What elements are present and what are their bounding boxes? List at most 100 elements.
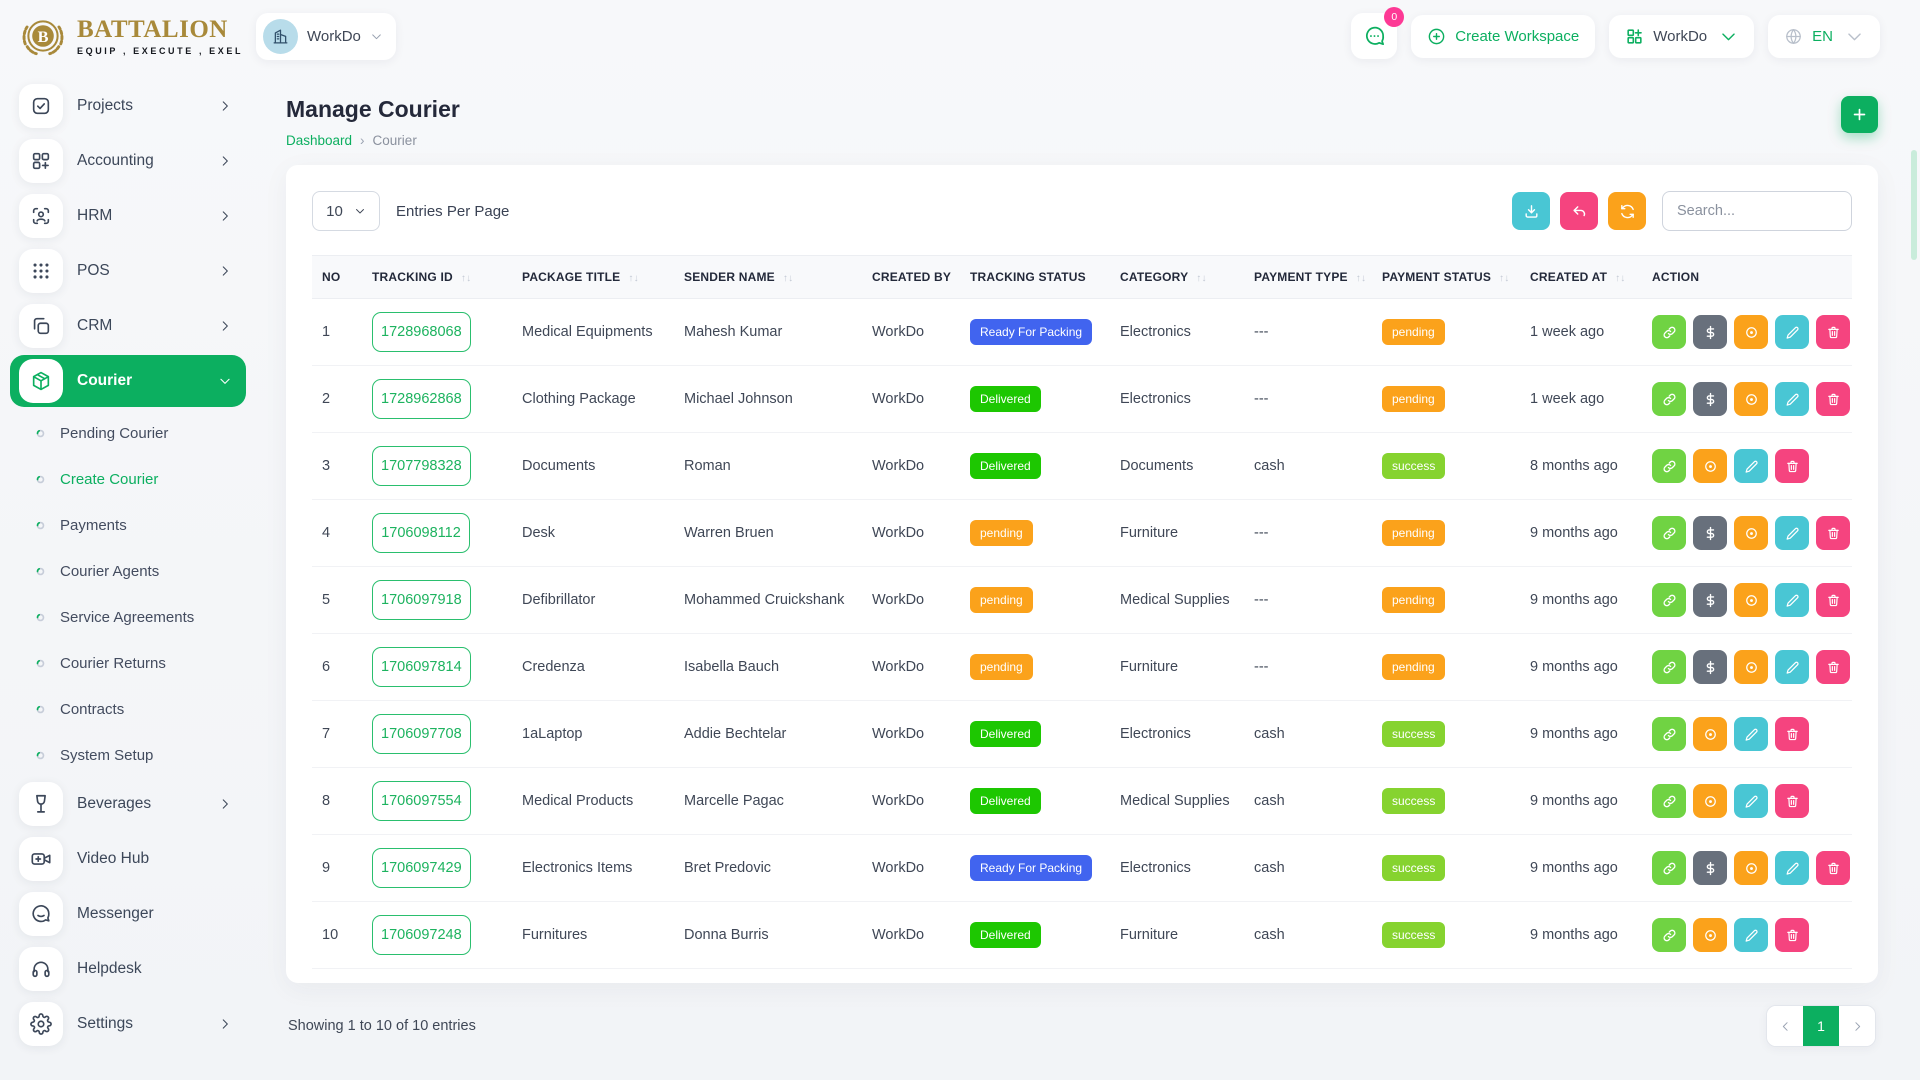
- sidebar-item-video-hub[interactable]: Video Hub: [10, 833, 246, 885]
- view-button[interactable]: [1693, 784, 1727, 818]
- view-button[interactable]: [1734, 516, 1768, 550]
- sidebar-item-courier[interactable]: Courier: [10, 355, 246, 407]
- tracking-link-button[interactable]: [1652, 583, 1686, 617]
- tracking-link-button[interactable]: [1652, 784, 1686, 818]
- table-cell-action: [1642, 366, 1852, 433]
- tracking-id-chip[interactable]: 1728968068: [372, 312, 471, 352]
- tracking-link-button[interactable]: [1652, 382, 1686, 416]
- delete-button[interactable]: [1775, 717, 1809, 751]
- sidebar-item-beverages[interactable]: Beverages: [10, 778, 246, 830]
- edit-button[interactable]: [1734, 918, 1768, 952]
- tracking-link-button[interactable]: [1652, 315, 1686, 349]
- sidebar-subitem-pending-courier[interactable]: Pending Courier: [10, 410, 246, 456]
- pagination-prev-button[interactable]: [1767, 1006, 1803, 1046]
- sidebar-subitem-contracts[interactable]: Contracts: [10, 686, 246, 732]
- tracking-id-chip[interactable]: 1707798328: [372, 446, 471, 486]
- refresh-button[interactable]: [1608, 192, 1646, 230]
- column-header-payment-type[interactable]: PAYMENT TYPE↑↓: [1244, 256, 1372, 299]
- entries-per-page-select[interactable]: 10: [312, 191, 380, 231]
- breadcrumb-dashboard-link[interactable]: Dashboard: [286, 133, 352, 148]
- tracking-id-chip[interactable]: 1706097708: [372, 714, 471, 754]
- delete-button[interactable]: [1816, 650, 1850, 684]
- view-button[interactable]: [1734, 583, 1768, 617]
- column-header-tracking-id[interactable]: TRACKING ID↑↓: [362, 256, 512, 299]
- view-button[interactable]: [1734, 851, 1768, 885]
- delete-button[interactable]: [1816, 315, 1850, 349]
- tracking-id-chip[interactable]: 1706097554: [372, 781, 471, 821]
- tracking-id-chip[interactable]: 1728962868: [372, 379, 471, 419]
- scrollbar-thumb[interactable]: [1911, 150, 1917, 260]
- view-button[interactable]: [1734, 382, 1768, 416]
- view-button[interactable]: [1693, 717, 1727, 751]
- add-courier-button[interactable]: [1841, 96, 1878, 133]
- edit-button[interactable]: [1734, 449, 1768, 483]
- payment-button[interactable]: [1693, 583, 1727, 617]
- column-header-payment-status[interactable]: PAYMENT STATUS↑↓: [1372, 256, 1520, 299]
- undo-button[interactable]: [1560, 192, 1598, 230]
- tracking-id-chip[interactable]: 1706097248: [372, 915, 471, 955]
- sidebar-item-pos[interactable]: POS: [10, 245, 246, 297]
- delete-button[interactable]: [1816, 516, 1850, 550]
- tracking-link-button[interactable]: [1652, 851, 1686, 885]
- sidebar-item-hrm[interactable]: HRM: [10, 190, 246, 242]
- search-input[interactable]: [1662, 191, 1852, 231]
- edit-button[interactable]: [1775, 382, 1809, 416]
- delete-button[interactable]: [1816, 851, 1850, 885]
- pagination-next-button[interactable]: [1839, 1006, 1875, 1046]
- tracking-id-chip[interactable]: 1706097814: [372, 647, 471, 687]
- tracking-id-chip[interactable]: 1706098112: [372, 513, 470, 553]
- payment-button[interactable]: [1693, 516, 1727, 550]
- sidebar-item-projects[interactable]: Projects: [10, 80, 246, 132]
- view-button[interactable]: [1734, 650, 1768, 684]
- delete-button[interactable]: [1775, 918, 1809, 952]
- language-selector[interactable]: EN: [1768, 15, 1880, 58]
- tracking-id-chip[interactable]: 1706097918: [372, 580, 471, 620]
- sidebar-item-messenger[interactable]: Messenger: [10, 888, 246, 940]
- sidebar-subitem-payments[interactable]: Payments: [10, 502, 246, 548]
- edit-button[interactable]: [1734, 717, 1768, 751]
- edit-button[interactable]: [1775, 315, 1809, 349]
- tracking-link-button[interactable]: [1652, 516, 1686, 550]
- plus-icon: [1851, 106, 1868, 123]
- sidebar-item-settings[interactable]: Settings: [10, 998, 246, 1050]
- edit-button[interactable]: [1775, 516, 1809, 550]
- tracking-id-chip[interactable]: 1706097429: [372, 848, 471, 888]
- column-header-created-at[interactable]: CREATED AT↑↓: [1520, 256, 1642, 299]
- edit-button[interactable]: [1775, 650, 1809, 684]
- export-button[interactable]: [1512, 192, 1550, 230]
- sidebar-subitem-create-courier[interactable]: Create Courier: [10, 456, 246, 502]
- messages-button[interactable]: 0: [1351, 13, 1397, 59]
- workdo-menu-button[interactable]: WorkDo: [1609, 15, 1754, 58]
- edit-button[interactable]: [1775, 851, 1809, 885]
- view-button[interactable]: [1693, 449, 1727, 483]
- create-workspace-button[interactable]: Create Workspace: [1411, 15, 1595, 58]
- pagination-page-1[interactable]: 1: [1803, 1006, 1839, 1046]
- sidebar-item-crm[interactable]: CRM: [10, 300, 246, 352]
- delete-button[interactable]: [1816, 382, 1850, 416]
- tracking-link-button[interactable]: [1652, 717, 1686, 751]
- delete-button[interactable]: [1816, 583, 1850, 617]
- delete-button[interactable]: [1775, 449, 1809, 483]
- column-header-category[interactable]: CATEGORY↑↓: [1110, 256, 1244, 299]
- edit-button[interactable]: [1775, 583, 1809, 617]
- tracking-link-button[interactable]: [1652, 918, 1686, 952]
- sidebar-item-helpdesk[interactable]: Helpdesk: [10, 943, 246, 995]
- sidebar-subitem-courier-returns[interactable]: Courier Returns: [10, 640, 246, 686]
- payment-button[interactable]: [1693, 851, 1727, 885]
- sidebar-item-accounting[interactable]: Accounting: [10, 135, 246, 187]
- payment-button[interactable]: [1693, 650, 1727, 684]
- column-header-package-title[interactable]: PACKAGE TITLE↑↓: [512, 256, 674, 299]
- view-button[interactable]: [1693, 918, 1727, 952]
- sidebar-subitem-system-setup[interactable]: System Setup: [10, 732, 246, 778]
- workspace-switcher[interactable]: WorkDo: [256, 13, 396, 60]
- tracking-link-button[interactable]: [1652, 449, 1686, 483]
- view-button[interactable]: [1734, 315, 1768, 349]
- payment-button[interactable]: [1693, 315, 1727, 349]
- tracking-link-button[interactable]: [1652, 650, 1686, 684]
- sidebar-subitem-service-agreements[interactable]: Service Agreements: [10, 594, 246, 640]
- delete-button[interactable]: [1775, 784, 1809, 818]
- edit-button[interactable]: [1734, 784, 1768, 818]
- payment-button[interactable]: [1693, 382, 1727, 416]
- column-header-sender-name[interactable]: SENDER NAME↑↓: [674, 256, 862, 299]
- sidebar-subitem-courier-agents[interactable]: Courier Agents: [10, 548, 246, 594]
